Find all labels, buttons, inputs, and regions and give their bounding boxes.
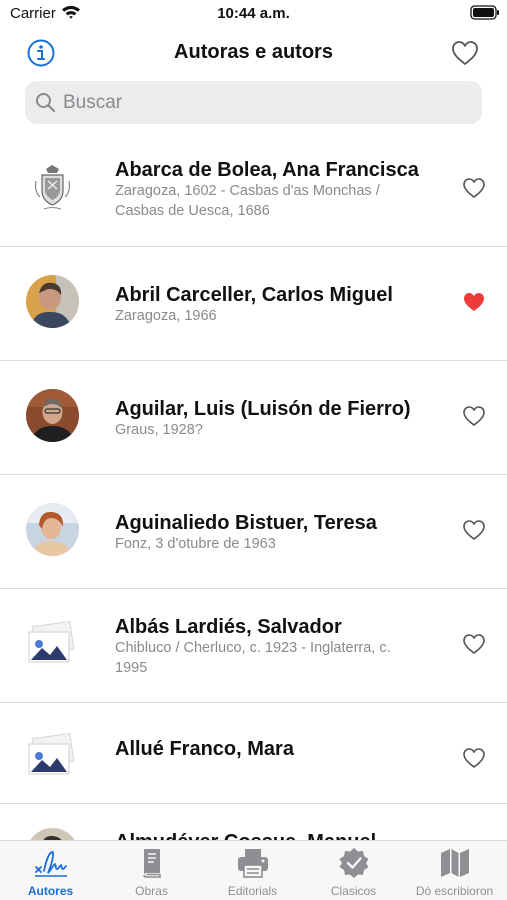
author-photo	[26, 275, 79, 328]
author-photo	[26, 828, 79, 840]
tab-do-escribioron[interactable]: Dó escribioron	[404, 841, 505, 900]
tab-label: Obras	[135, 884, 168, 898]
author-row[interactable]: Abril Carceller, Carlos Miguel Zaragoza,…	[0, 247, 507, 361]
page-title: Autoras e autors	[174, 41, 333, 63]
status-bar: Carrier 10:44 a.m.	[0, 0, 507, 28]
author-row[interactable]: Aguilar, Luis (Luisón de Fierro) Graus, …	[0, 361, 507, 475]
signature-icon	[33, 847, 69, 879]
heart-outline-icon[interactable]	[462, 747, 486, 769]
status-time: 10:44 a.m.	[217, 5, 290, 22]
tab-bar: Autores Obras Editorials Clasicos Dó esc…	[0, 840, 507, 900]
author-row[interactable]: Allué Franco, Mara	[0, 703, 507, 804]
author-info: Zaragoza, 1602 - Casbas d'as Monchas / C…	[115, 183, 380, 219]
author-name: Allué Franco, Mara	[115, 738, 294, 760]
heart-outline-icon[interactable]	[462, 405, 486, 427]
tab-editorials[interactable]: Editorials	[202, 841, 303, 900]
author-info: Zaragoza, 1966	[115, 308, 217, 324]
search-input[interactable]	[63, 81, 473, 124]
author-row[interactable]: Almudéver Cossue, Manuel	[0, 804, 507, 840]
tab-clasicos[interactable]: Clasicos	[303, 841, 404, 900]
heart-outline-icon[interactable]	[462, 633, 486, 655]
search-icon	[35, 92, 56, 113]
author-name: Albás Lardiés, Salvador	[115, 616, 342, 638]
author-list[interactable]: Abarca de Bolea, Ana Francisca Zaragoza,…	[0, 133, 507, 840]
tab-label: Clasicos	[330, 884, 377, 898]
author-name: Almudéver Cossue, Manuel	[115, 831, 376, 840]
map-icon	[437, 847, 473, 879]
tab-obras[interactable]: Obras	[101, 841, 202, 900]
author-photo	[26, 389, 79, 442]
author-photo-coat-of-arms	[26, 161, 79, 214]
tab-label: Editorials	[227, 884, 278, 898]
printer-icon	[235, 847, 271, 879]
author-name: Aguilar, Luis (Luisón de Fierro)	[115, 398, 411, 420]
navigation-bar: Autoras e autors	[0, 32, 507, 74]
heart-filled-icon[interactable]	[462, 291, 486, 313]
heart-outline-icon[interactable]	[462, 519, 486, 541]
author-name: Abarca de Bolea, Ana Francisca	[115, 159, 419, 181]
author-row[interactable]: Aguinaliedo Bistuer, Teresa Fonz, 3 d'ot…	[0, 475, 507, 589]
author-info: Fonz, 3 d'otubre de 1963	[115, 536, 276, 552]
tab-label: Autores	[27, 884, 74, 898]
author-info: Chibluco / Cherluco, c. 1923 - Inglaterr…	[115, 640, 391, 676]
badge-check-icon	[336, 847, 372, 879]
search-bar[interactable]	[25, 81, 482, 124]
favorites-heart-icon[interactable]	[450, 39, 480, 67]
author-row[interactable]: Albás Lardiés, Salvador Chibluco / Cherl…	[0, 589, 507, 703]
battery-icon	[470, 5, 500, 20]
image-placeholder-icon	[26, 619, 79, 672]
author-photo	[26, 503, 79, 556]
author-name: Abril Carceller, Carlos Miguel	[115, 284, 393, 306]
heart-outline-icon[interactable]	[462, 177, 486, 199]
author-info: Graus, 1928?	[115, 422, 203, 438]
author-row[interactable]: Abarca de Bolea, Ana Francisca Zaragoza,…	[0, 133, 507, 247]
image-placeholder-icon	[26, 731, 79, 784]
book-icon	[134, 847, 170, 879]
tab-label: Dó escribioron	[415, 884, 494, 898]
tab-autores[interactable]: Autores	[0, 841, 101, 900]
author-name: Aguinaliedo Bistuer, Teresa	[115, 512, 377, 534]
